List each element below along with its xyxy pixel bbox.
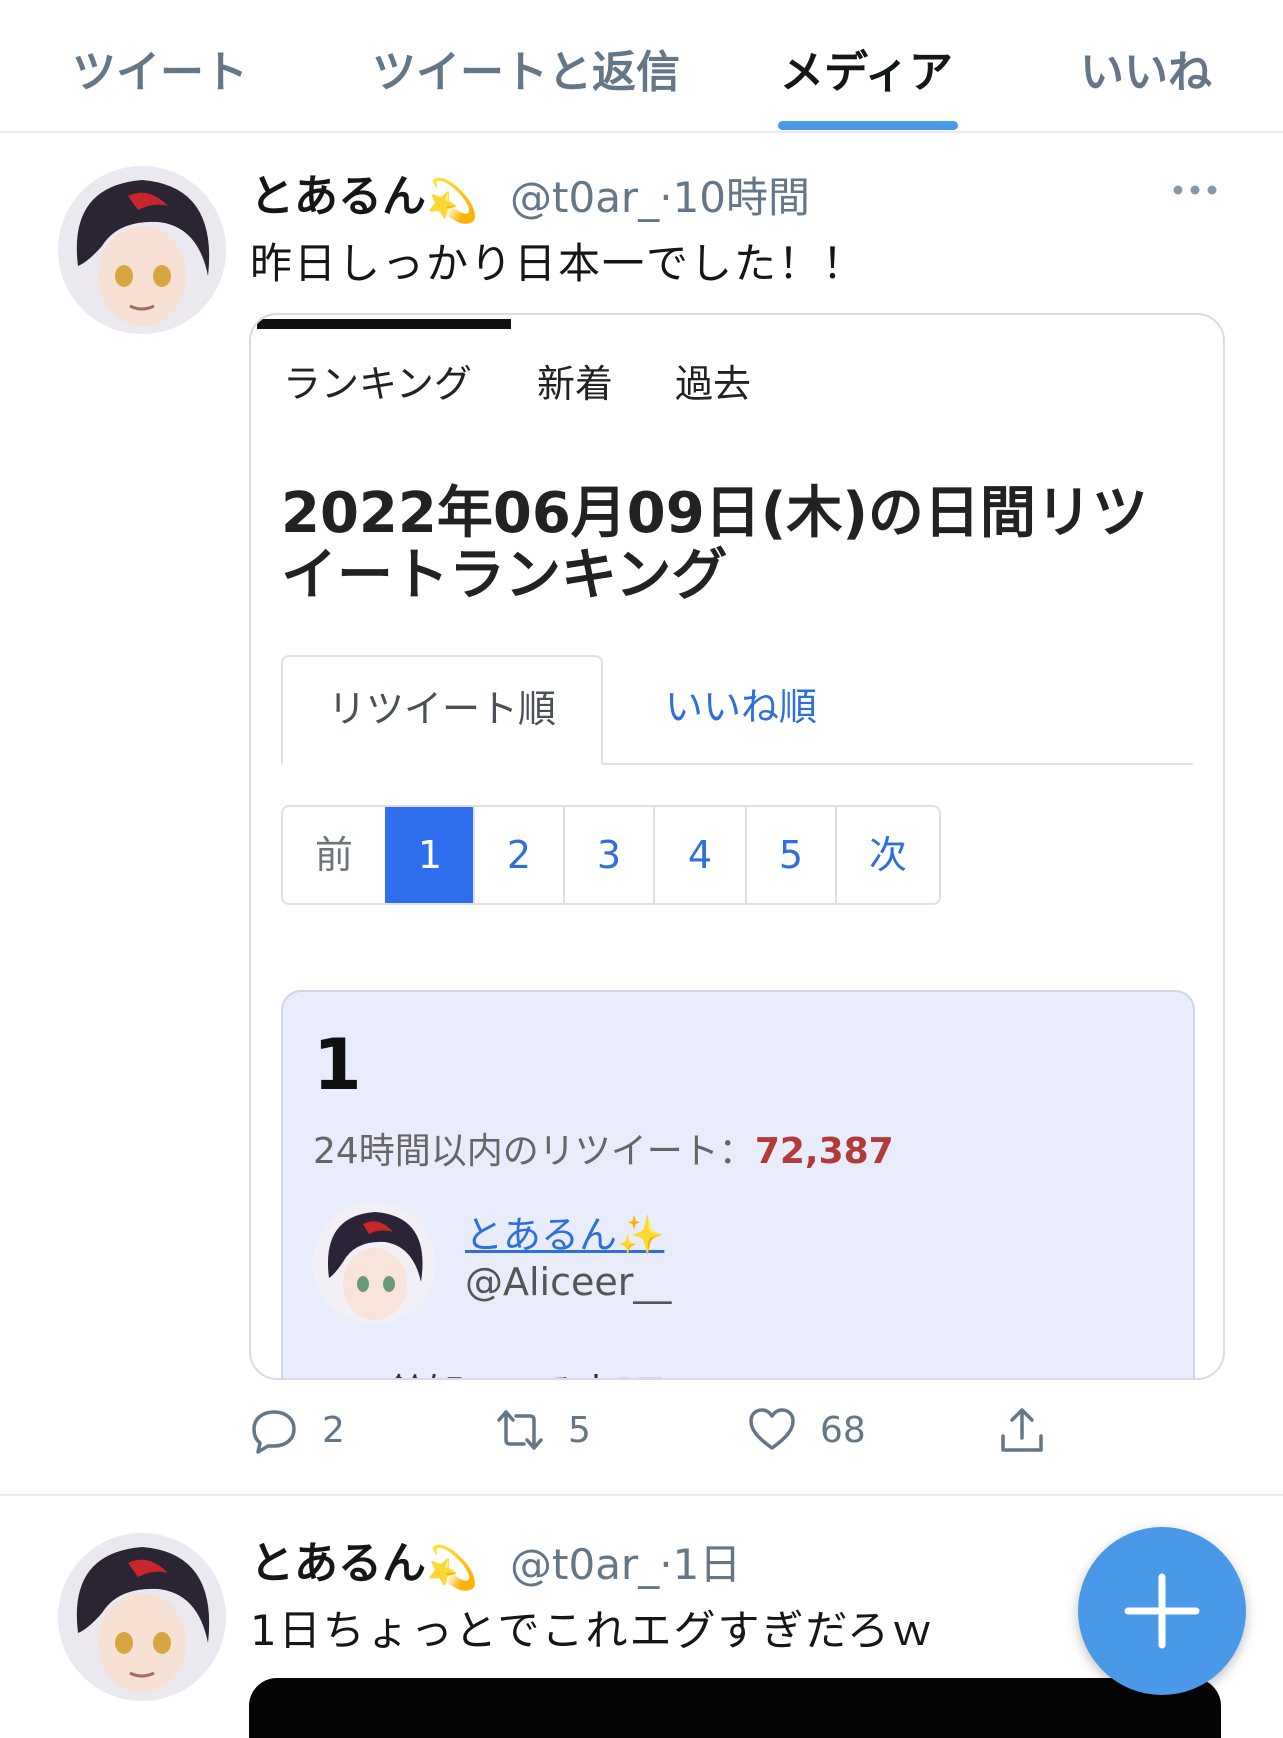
active-tab-indicator <box>778 121 958 130</box>
page-4: 4 <box>653 807 745 903</box>
tweet-handle: @t0ar_ <box>510 173 660 222</box>
retweet-count-line: 24時間以内のリツイート：72,387 <box>313 1122 894 1174</box>
tweet-meta: @t0ar_·1日 <box>510 1531 741 1592</box>
page-3: 3 <box>563 807 653 903</box>
like-icon <box>749 1408 795 1450</box>
tweet-time[interactable]: 1日 <box>673 1540 742 1589</box>
media-progress-bar <box>257 319 511 329</box>
tweet-media-card[interactable]: ランキング 新着 過去 2022年06月09日(木)の日間リツイートランキング … <box>249 313 1225 1380</box>
more-icon[interactable] <box>1170 180 1220 200</box>
share-icon <box>1001 1408 1043 1452</box>
page-2: 2 <box>473 807 563 903</box>
avatar[interactable] <box>58 166 226 334</box>
sparkles-emoji: ✨ <box>617 1213 665 1257</box>
tweet-time[interactable]: 10時間 <box>673 173 810 222</box>
page-1: 1 <box>385 807 473 903</box>
page-next: 次 <box>835 807 939 903</box>
reply-icon <box>252 1410 296 1454</box>
tweet-author-name[interactable]: とあるん💫 <box>250 1527 478 1593</box>
ranked-user-name-text: とあるん <box>465 1213 618 1257</box>
like-button[interactable]: 68 <box>748 1400 866 1460</box>
card-nav-new: 新着 <box>537 362 614 406</box>
reply-count: 2 <box>322 1409 345 1451</box>
like-count: 68 <box>820 1409 866 1451</box>
profile-tabs: ツイート ツイートと返信 メディア いいね <box>0 0 1283 133</box>
ranked-user-handle: @Aliceer__ <box>465 1260 672 1304</box>
rank-number: 1 <box>313 1024 362 1106</box>
tweet-text: 1日ちょっとでこれエグすぎだろｗ <box>250 1606 935 1655</box>
sort-tab-likes: いいね順 <box>664 685 817 729</box>
ranked-tweet-text: この鈴知ってる人RT <box>313 1362 662 1378</box>
retweet-icon <box>497 1410 543 1450</box>
tweet-meta: @t0ar_·10時間 <box>510 164 810 225</box>
tab-likes[interactable]: いいね <box>1080 36 1212 100</box>
sort-tabs: リツイート順 いいね順 <box>281 655 1193 765</box>
tweet-divider <box>0 1494 1283 1496</box>
meta-separator: · <box>659 1540 673 1589</box>
retweet-button[interactable]: 5 <box>496 1400 591 1460</box>
sort-tab-retweets: リツイート順 <box>281 655 603 765</box>
tab-media[interactable]: メディア <box>780 36 953 100</box>
tweet-text: 昨日しっかり日本一でした！！ <box>250 239 867 288</box>
avatar[interactable] <box>58 1533 226 1701</box>
tab-tweets[interactable]: ツイート <box>72 36 248 100</box>
page-5: 5 <box>745 807 835 903</box>
tweet-handle: @t0ar_ <box>510 1540 660 1589</box>
dizzy-emoji: 💫 <box>426 176 479 225</box>
tweet-media-preview[interactable] <box>249 1678 1221 1738</box>
ranking-entry: 1 24時間以内のリツイート：72,387 とあるん✨ @Aliceer__ こ… <box>281 990 1195 1378</box>
author-name-text: とあるん <box>250 1538 426 1589</box>
reply-button[interactable]: 2 <box>250 1400 345 1460</box>
tab-tweets-and-replies[interactable]: ツイートと返信 <box>372 36 680 100</box>
card-nav-ranking: ランキング <box>283 362 472 406</box>
compose-plus-icon <box>1124 1573 1200 1649</box>
ranked-user-name: とあるん✨ <box>465 1204 664 1259</box>
dizzy-emoji: 💫 <box>426 1543 479 1592</box>
card-nav-past: 過去 <box>675 362 752 406</box>
tweet-author-name[interactable]: とあるん💫 <box>250 160 478 226</box>
retweet-count: 5 <box>568 1409 591 1451</box>
author-name-text: とあるん <box>250 171 426 222</box>
page-prev: 前 <box>314 833 353 877</box>
ranked-user-avatar <box>313 1202 435 1324</box>
pagination: 前 1 2 3 4 5 次 <box>281 805 941 905</box>
meta-separator: · <box>659 173 673 222</box>
retweet-count-value: 72,387 <box>754 1131 894 1172</box>
card-heading: 2022年06月09日(木)の日間リツイートランキング <box>281 481 1148 608</box>
tweet-actions: 2 5 68 <box>0 1400 1283 1460</box>
share-button[interactable] <box>998 1400 1046 1460</box>
compose-tweet-button[interactable] <box>1078 1527 1246 1695</box>
retweet-count-label: 24時間以内のリツイート： <box>313 1131 755 1172</box>
